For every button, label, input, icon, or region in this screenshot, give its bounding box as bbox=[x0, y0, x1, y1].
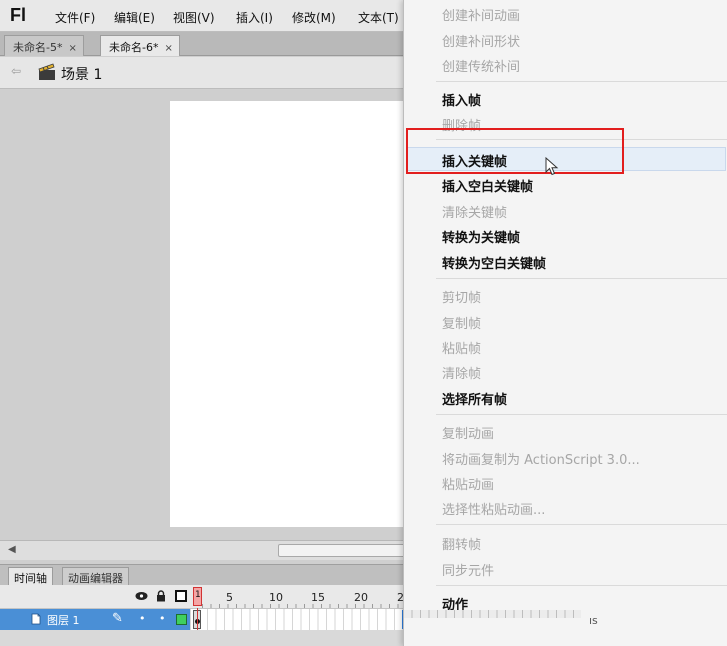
menu-item-create-classic-tween: 创建传统补间 bbox=[442, 60, 521, 75]
document-tab-bar: 未命名-5* × 未命名-6* × bbox=[0, 32, 410, 56]
menu-item-copy-motion-as3: 将动画复制为 ActionScript 3.0... bbox=[442, 453, 640, 468]
eye-icon[interactable] bbox=[135, 590, 148, 602]
annotation-highlight-box bbox=[406, 128, 624, 174]
scroll-left-icon[interactable]: ◀ bbox=[8, 544, 16, 555]
timeline-header: 1 5 10 15 20 2 bbox=[0, 585, 410, 609]
doc-tab-untitled-5[interactable]: 未命名-5* × bbox=[4, 35, 84, 56]
layer-row[interactable]: 图层 1 ✎ • • bbox=[0, 609, 410, 630]
menu-separator bbox=[436, 524, 727, 525]
menu-file[interactable]: 文件(F) bbox=[55, 9, 95, 26]
timeline-frames-behind-menu bbox=[403, 610, 581, 618]
doc-tab-label: 未命名-6* bbox=[109, 41, 159, 54]
playhead-frame-number: 1 bbox=[195, 590, 201, 600]
scrollbar-thumb[interactable] bbox=[278, 544, 410, 557]
tab-motion-editor[interactable]: 动画编辑器 bbox=[62, 567, 129, 586]
menu-item-clear-keyframe: 清除关键帧 bbox=[442, 206, 508, 221]
layer-outline-color[interactable] bbox=[176, 614, 187, 625]
menu-separator bbox=[436, 81, 727, 82]
menu-separator bbox=[436, 585, 727, 586]
stage-pasteboard[interactable] bbox=[0, 90, 410, 540]
menu-item-paste-motion-special: 选择性粘贴动画... bbox=[442, 503, 546, 518]
menu-view[interactable]: 视图(V) bbox=[173, 9, 215, 26]
menu-separator bbox=[436, 278, 727, 279]
menu-insert[interactable]: 插入(I) bbox=[236, 9, 273, 26]
mouse-cursor-icon bbox=[545, 157, 559, 176]
frame-number: 20 bbox=[354, 591, 368, 604]
menu-item-reverse-frames: 翻转帧 bbox=[442, 538, 482, 553]
frame-number: 5 bbox=[226, 591, 233, 604]
close-icon[interactable]: × bbox=[164, 43, 172, 54]
menu-item-convert-to-blank-keyframe[interactable]: 转换为空白关键帧 bbox=[442, 253, 546, 272]
frame-context-menu: 创建补间动画 创建补间形状 创建传统补间 插入帧 删除帧 插入关键帧 插入空白关… bbox=[403, 0, 727, 646]
menu-text[interactable]: 文本(T) bbox=[358, 9, 399, 26]
pencil-icon: ✎ bbox=[112, 611, 123, 626]
app-logo: Fl bbox=[10, 5, 26, 25]
doc-tab-label: 未命名-5* bbox=[13, 41, 63, 54]
menu-item-clear-frames: 清除帧 bbox=[442, 367, 482, 382]
menu-item-insert-blank-keyframe[interactable]: 插入空白关键帧 bbox=[442, 176, 533, 195]
layer-header-selected[interactable]: 图层 1 ✎ • • bbox=[0, 609, 190, 630]
back-arrow-icon[interactable]: ⇦ bbox=[11, 64, 21, 78]
menu-item-copy-motion: 复制动画 bbox=[442, 427, 495, 442]
scene-label: 场景 1 bbox=[61, 67, 103, 83]
menu-separator bbox=[436, 414, 727, 415]
visibility-dot[interactable]: • bbox=[139, 612, 146, 625]
close-icon[interactable]: × bbox=[68, 43, 76, 54]
horizontal-scrollbar[interactable]: ◀ bbox=[0, 540, 410, 560]
timeline-tab-bar: 时间轴 动画编辑器 bbox=[0, 564, 410, 586]
menu-item-create-motion-tween: 创建补间动画 bbox=[442, 9, 521, 24]
stage-canvas[interactable] bbox=[170, 101, 410, 527]
menu-item-paste-motion: 粘贴动画 bbox=[442, 478, 495, 493]
timeline-empty-area bbox=[0, 630, 410, 646]
menu-item-cut-frames: 剪切帧 bbox=[442, 291, 482, 306]
layer-frames[interactable] bbox=[190, 609, 410, 630]
menu-item-paste-frames: 粘贴帧 bbox=[442, 342, 482, 357]
scene-bar: ⇦ 场景 1 bbox=[0, 57, 410, 89]
menu-item-copy-frames: 复制帧 bbox=[442, 317, 482, 332]
menu-item-select-all-frames[interactable]: 选择所有帧 bbox=[442, 389, 507, 408]
layer-name[interactable]: 图层 1 bbox=[47, 612, 80, 628]
menu-edit[interactable]: 编辑(E) bbox=[114, 9, 155, 26]
menu-modify[interactable]: 修改(M) bbox=[292, 9, 336, 26]
menu-item-insert-frame[interactable]: 插入帧 bbox=[442, 90, 481, 109]
clapperboard-icon bbox=[38, 63, 55, 80]
frame-number: 15 bbox=[311, 591, 325, 604]
frame-number: 10 bbox=[269, 591, 283, 604]
tab-timeline[interactable]: 时间轴 bbox=[8, 567, 53, 586]
menu-item-convert-to-keyframe[interactable]: 转换为关键帧 bbox=[442, 227, 520, 246]
frame-ruler bbox=[202, 604, 410, 608]
partial-text: ıs bbox=[589, 614, 598, 627]
lock-icon[interactable] bbox=[156, 590, 166, 602]
layer-icon bbox=[31, 613, 41, 625]
outline-icon[interactable] bbox=[175, 590, 187, 602]
menu-item-synchronize-symbols: 同步元件 bbox=[442, 564, 495, 579]
lock-dot[interactable]: • bbox=[159, 612, 166, 625]
doc-tab-untitled-6[interactable]: 未命名-6* × bbox=[100, 35, 180, 56]
menu-item-create-shape-tween: 创建补间形状 bbox=[442, 35, 521, 50]
